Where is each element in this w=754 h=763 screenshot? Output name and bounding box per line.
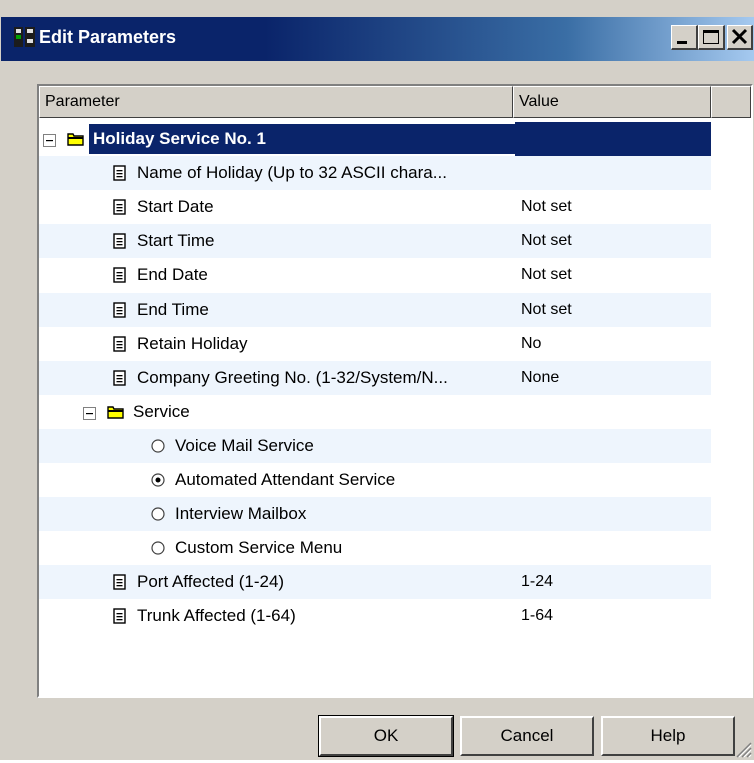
cancel-button[interactable]: Cancel <box>460 716 594 756</box>
document-icon <box>111 232 129 250</box>
table-row[interactable]: Custom Service Menu <box>39 531 711 565</box>
table-row[interactable]: Interview Mailbox <box>39 497 711 532</box>
value-cell[interactable]: No <box>515 327 711 361</box>
app-icon <box>13 25 37 49</box>
value-cell[interactable]: Not set <box>515 293 711 327</box>
parameter-label: Trunk Affected (1-64) <box>137 606 296 626</box>
document-icon <box>111 369 129 387</box>
parameter-cell: Start Time <box>39 224 515 258</box>
parameter-cell: Company Greeting No. (1-32/System/N... <box>39 361 515 395</box>
parameter-label: Retain Holiday <box>137 333 248 353</box>
parameter-label: Automated Attendant Service <box>175 470 396 489</box>
value-cell[interactable]: 1-24 <box>515 565 711 599</box>
radio-unchecked-icon[interactable] <box>149 437 167 455</box>
help-button[interactable]: Help <box>601 716 735 756</box>
table-row[interactable]: Company Greeting No. (1-32/System/N... No… <box>39 360 711 395</box>
value-cell[interactable]: Not set <box>515 258 711 292</box>
value-cell[interactable] <box>515 429 711 463</box>
maximize-button[interactable] <box>698 25 725 50</box>
parameter-cell: Name of Holiday (Up to 32 ASCII chara... <box>39 156 515 190</box>
column-header-filler <box>711 86 751 118</box>
parameter-cell: End Date <box>39 258 515 292</box>
document-icon <box>111 198 129 216</box>
parameter-label: Start Date <box>137 197 214 217</box>
folder-icon <box>67 130 85 148</box>
table-row[interactable]: Start Date Not set <box>39 190 711 224</box>
parameter-cell: Voice Mail Service <box>39 429 515 463</box>
radio-unchecked-icon[interactable] <box>149 505 167 523</box>
table-row[interactable]: Retain Holiday No <box>39 327 711 361</box>
title-bar[interactable]: Edit Parameters <box>1 17 754 61</box>
value-cell[interactable] <box>515 463 711 497</box>
ok-button[interactable]: OK <box>318 715 454 757</box>
parameter-cell: Retain Holiday <box>39 327 515 361</box>
parameter-label: Service <box>133 401 190 421</box>
parameter-label: End Date <box>137 265 208 285</box>
document-icon <box>111 164 129 182</box>
parameter-label: End Time <box>137 299 209 319</box>
table-row[interactable]: End Date Not set <box>39 258 711 292</box>
radio-checked-icon[interactable] <box>149 471 167 489</box>
collapse-toggle-icon[interactable] <box>83 405 96 420</box>
document-icon <box>111 335 129 353</box>
table-row[interactable]: Name of Holiday (Up to 32 ASCII chara... <box>39 156 711 191</box>
value-cell[interactable]: None <box>515 361 711 395</box>
document-icon <box>111 607 129 625</box>
parameter-cell: Interview Mailbox <box>39 497 515 531</box>
table-row[interactable]: Service <box>39 395 711 429</box>
document-icon <box>111 573 129 591</box>
value-cell[interactable] <box>515 497 711 531</box>
minimize-button[interactable] <box>671 25 698 50</box>
column-header-value[interactable]: Value <box>513 86 711 118</box>
parameter-label: Voice Mail Service <box>175 435 314 455</box>
parameter-list[interactable]: Parameter Value Holiday Service No. 1 Nam… <box>37 84 753 698</box>
table-row[interactable]: End Time Not set <box>39 292 711 327</box>
parameter-cell: Custom Service Menu <box>39 531 515 565</box>
table-row[interactable]: Start Time Not set <box>39 224 711 259</box>
list-header: Parameter Value <box>39 86 751 118</box>
parameter-cell: Holiday Service No. 1 <box>39 122 523 156</box>
value-cell[interactable]: 1-64 <box>515 599 711 633</box>
parameter-cell: End Time <box>39 293 515 327</box>
parameter-cell: Start Date <box>39 190 515 224</box>
value-cell[interactable] <box>515 156 711 190</box>
parameter-label: Name of Holiday (Up to 32 ASCII chara... <box>137 163 447 183</box>
edit-parameters-window: Edit Parameters Parameter Value Holiday … <box>0 0 754 760</box>
value-cell[interactable]: Not set <box>515 190 711 224</box>
radio-unchecked-icon[interactable] <box>149 539 167 557</box>
parameter-label: Custom Service Menu <box>175 538 343 558</box>
value-cell[interactable] <box>515 395 711 429</box>
table-row[interactable]: Port Affected (1-24) 1-24 <box>39 565 711 600</box>
document-icon <box>111 301 129 319</box>
parameter-label: Port Affected (1-24) <box>137 572 285 592</box>
parameter-cell: Port Affected (1-24) <box>39 565 515 599</box>
value-cell[interactable] <box>515 122 711 156</box>
value-cell[interactable]: Not set <box>515 224 711 258</box>
parameter-label: Interview Mailbox <box>175 504 307 524</box>
table-row[interactable]: Trunk Affected (1-64) 1-64 <box>39 599 711 633</box>
parameter-label: Start Time <box>137 231 215 251</box>
close-button[interactable] <box>727 25 753 50</box>
value-cell[interactable] <box>515 531 711 565</box>
parameter-cell: Service <box>39 395 515 429</box>
column-header-parameter[interactable]: Parameter <box>39 86 513 118</box>
table-row[interactable]: Voice Mail Service <box>39 428 711 463</box>
folder-icon <box>107 403 125 421</box>
table-row[interactable]: Automated Attendant Service <box>39 463 711 497</box>
collapse-toggle-icon[interactable] <box>43 132 56 147</box>
document-icon <box>111 266 129 284</box>
resize-grip-icon[interactable] <box>734 740 752 758</box>
parameter-cell: Trunk Affected (1-64) <box>39 599 515 633</box>
parameter-label: Company Greeting No. (1-32/System/N... <box>137 367 448 387</box>
parameter-cell: Automated Attendant Service <box>39 463 515 497</box>
parameter-label: Holiday Service No. 1 <box>89 124 523 154</box>
table-row[interactable]: Holiday Service No. 1 <box>39 122 711 156</box>
window-title: Edit Parameters <box>39 27 177 47</box>
